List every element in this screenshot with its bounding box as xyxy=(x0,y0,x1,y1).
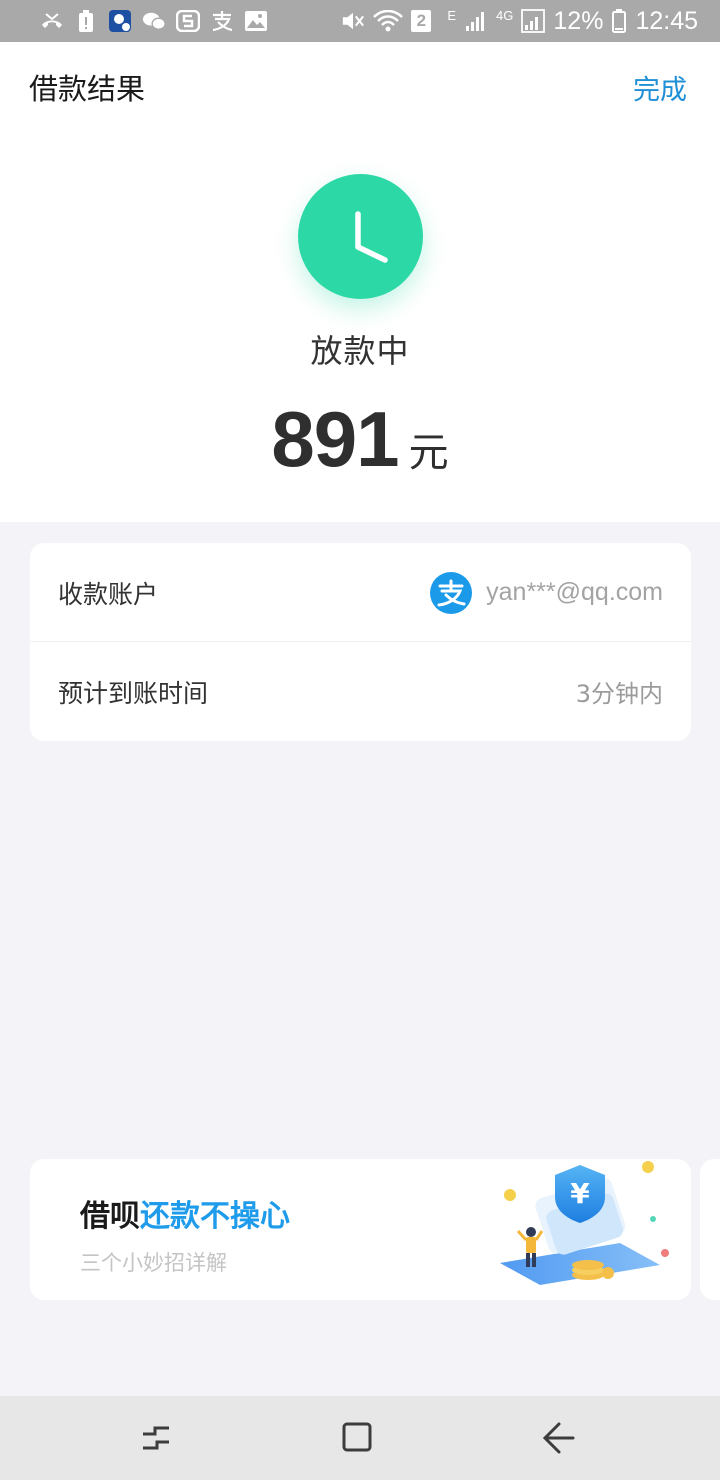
home-icon[interactable] xyxy=(338,1418,378,1458)
promo-banner[interactable]: 借呗还款不操心 三个小妙招详解 ¥ xyxy=(30,1159,691,1300)
battery-icon xyxy=(611,9,627,33)
network-e-label: E xyxy=(447,8,457,23)
sim-badge: 2 xyxy=(411,10,432,32)
eta-row: 预计到账时间 3分钟内 xyxy=(30,642,691,741)
back-icon[interactable] xyxy=(539,1418,579,1458)
page-title: 借款结果 xyxy=(29,72,146,106)
missed-call-icon xyxy=(40,10,64,32)
promo-subtitle: 三个小妙招详解 xyxy=(80,1251,227,1275)
system-indicators: 2 E 4G 12% 12:45 xyxy=(341,0,698,42)
battery-percent: 12% xyxy=(553,6,604,35)
amount-value: 891 xyxy=(271,395,399,483)
alipay-icon xyxy=(430,571,473,614)
account-email: yan***@qq.com xyxy=(486,578,663,606)
promo-title-highlight: 还款不操心 xyxy=(140,1199,290,1234)
signal-icon xyxy=(521,9,546,33)
account-info-card: 收款账户 yan***@qq.com 预计到账时间 3分钟内 xyxy=(30,543,691,741)
next-promo-card[interactable] xyxy=(700,1159,720,1300)
svg-text:¥: ¥ xyxy=(570,1177,590,1210)
recent-apps-icon[interactable] xyxy=(137,1418,177,1458)
app-notification-icon xyxy=(108,10,132,32)
promo-title-prefix: 借呗 xyxy=(80,1199,140,1234)
navigation-bar xyxy=(0,1396,720,1480)
clock-time: 12:45 xyxy=(635,6,698,35)
loan-amount: 891 元 xyxy=(0,394,720,485)
alipay-notification-icon xyxy=(210,10,234,32)
account-label: 收款账户 xyxy=(58,579,159,609)
result-section: 借款结果 完成 放款中 891 元 xyxy=(0,42,720,522)
done-button[interactable]: 完成 xyxy=(633,68,687,107)
network-4g-label: 4G xyxy=(496,8,514,23)
notification-icons xyxy=(0,10,268,32)
eta-value: 3分钟内 xyxy=(575,680,663,708)
signal-icon xyxy=(464,10,488,32)
battery-alert-icon xyxy=(74,10,98,32)
account-value-group: yan***@qq.com xyxy=(430,571,663,614)
promo-illustration: ¥ xyxy=(500,1161,669,1285)
promo-title: 借呗还款不操心 xyxy=(80,1191,290,1235)
amount-unit: 元 xyxy=(408,430,449,476)
status-bar: 2 E 4G 12% 12:45 xyxy=(0,0,720,42)
s-app-icon xyxy=(176,10,200,32)
clock-icon xyxy=(298,174,423,299)
loan-status-label: 放款中 xyxy=(310,332,410,370)
wifi-icon xyxy=(373,10,404,32)
image-icon xyxy=(244,10,268,32)
mute-icon xyxy=(341,10,365,32)
wechat-icon xyxy=(142,10,166,32)
eta-label: 预计到账时间 xyxy=(58,678,209,708)
account-row: 收款账户 yan***@qq.com xyxy=(30,543,691,642)
